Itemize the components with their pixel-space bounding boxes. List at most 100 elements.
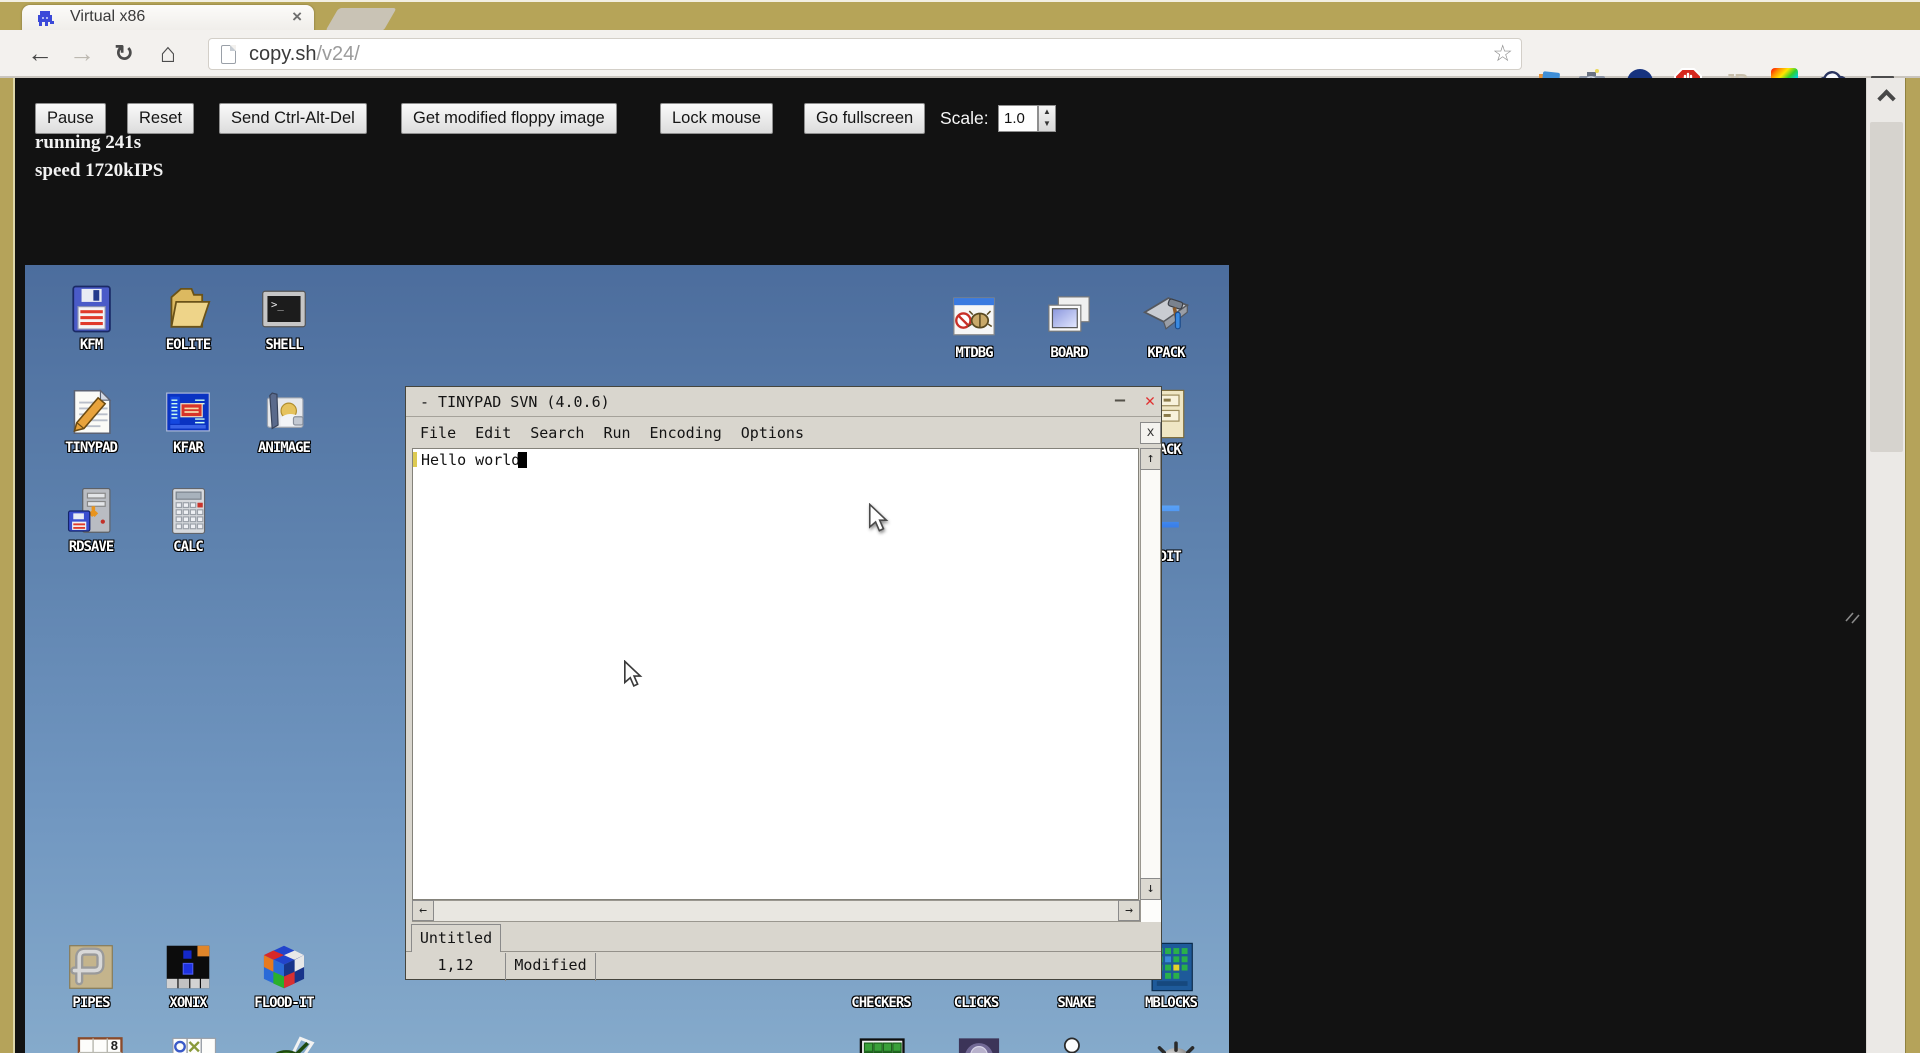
resize-handle-glyph [1844, 610, 1864, 629]
desktop-icon-mtdbg[interactable]: MTDBG [942, 291, 1006, 361]
close-icon[interactable]: ✕ [1139, 391, 1161, 413]
tinypad-tabrow: Untitled [406, 922, 1161, 952]
desktop-icon-mine[interactable] [1144, 1036, 1208, 1053]
tinypad-statusbar: 1,12 Modified [406, 953, 1161, 981]
desktop-icon-lamp[interactable] [947, 1036, 1011, 1053]
status-running: running 241s [35, 132, 142, 153]
pause-button[interactable]: Pause [35, 103, 106, 134]
icon-label: CALC [173, 539, 204, 555]
desktop-icon-kpack[interactable]: KPACK [1134, 291, 1198, 361]
desktop-icon-rdsave[interactable]: RDSAVE [59, 485, 123, 555]
minesweeper-icon [1150, 1036, 1202, 1053]
icon-label: TINYPAD [64, 440, 118, 456]
menu-run[interactable]: Run [603, 424, 630, 442]
tab-strip: Virtual x86 × [0, 0, 1920, 32]
scroll-right-button[interactable]: → [1118, 900, 1140, 921]
minimize-icon[interactable]: – [1108, 390, 1132, 414]
tank-icon [265, 1036, 317, 1053]
modified-flag: Modified [506, 953, 596, 981]
lamp-game-icon [953, 1036, 1005, 1053]
toolbar-close-button[interactable]: x [1140, 422, 1161, 444]
desktop-icon-kfar[interactable]: KFAR [156, 386, 220, 456]
scroll-left-button[interactable]: ← [412, 900, 434, 921]
pearls-icon [1053, 1036, 1105, 1053]
scale-input[interactable] [998, 105, 1038, 132]
v86-page: Pause Reset Send Ctrl-Alt-Del Get modifi… [17, 78, 1865, 1053]
vertical-scrollbar[interactable]: ↑ ↓ [1140, 448, 1161, 900]
window-frame-right [1905, 78, 1920, 1053]
chevron-up-icon [1877, 89, 1896, 108]
forward-button[interactable]: → [64, 34, 100, 72]
kolibrios-desktop[interactable]: KFM EOLITE >_ SHELL TINYPAD KFAR ANIMAGE… [25, 265, 1229, 1053]
cube-game-icon [258, 941, 310, 993]
icon-label: RDSAVE [68, 539, 115, 555]
file-manager-icon [162, 386, 214, 438]
horizontal-scrollbar[interactable]: ← → [412, 900, 1140, 922]
desktop-icon-xonix[interactable]: XONIX [156, 941, 220, 1011]
back-button[interactable]: ← [22, 34, 58, 72]
tab-close-icon[interactable]: × [292, 7, 302, 27]
spinner-up-icon[interactable]: ▲ [1039, 106, 1055, 118]
spinner-down-icon[interactable]: ▼ [1039, 118, 1055, 130]
icon-label: FLOOD-IT [254, 995, 314, 1011]
document-tab[interactable]: Untitled [411, 924, 501, 952]
ctrl-alt-del-button[interactable]: Send Ctrl-Alt-Del [219, 103, 367, 134]
scrollbar-up-button[interactable] [1867, 78, 1906, 114]
scale-spinner[interactable]: ▲ ▼ [1038, 105, 1056, 132]
tinypad-titlebar[interactable]: - TINYPAD SVN (4.0.6) – ✕ [406, 387, 1161, 417]
desktop-icon-kfm[interactable]: KFM [59, 283, 123, 353]
board-icon [1043, 291, 1095, 343]
menu-encoding[interactable]: Encoding [650, 424, 722, 442]
desktop-icon-calc[interactable]: CALC [156, 485, 220, 555]
address-bar[interactable]: copy.sh/v24/ ☆ [208, 38, 1522, 70]
get-floppy-button[interactable]: Get modified floppy image [401, 103, 617, 134]
url-path: /v24/ [316, 43, 360, 65]
fullscreen-button[interactable]: Go fullscreen [804, 103, 926, 134]
sudoku-8: 8 [111, 1038, 118, 1053]
xonix-game-icon [162, 941, 214, 993]
scroll-up-button[interactable]: ↑ [1140, 448, 1161, 470]
reload-button[interactable]: ↻ [106, 34, 142, 72]
document-text: Hello world [421, 451, 528, 469]
lock-mouse-button[interactable]: Lock mouse [660, 103, 773, 134]
scrollbar-thumb[interactable] [1870, 122, 1903, 452]
new-tab-button[interactable] [325, 8, 397, 31]
scrollbar-corner [1140, 900, 1161, 922]
notepad-pencil-icon [65, 386, 117, 438]
desktop-icon-shell[interactable]: >_ SHELL [252, 283, 316, 353]
desktop-icon-sudoku[interactable]: 8 9 7 [67, 1036, 131, 1053]
browser-tab[interactable]: Virtual x86 × [22, 5, 314, 32]
icon-label: KFM [79, 337, 103, 353]
packer-icon [1140, 291, 1192, 343]
tinypad-edit-area[interactable]: Hello world [412, 448, 1139, 900]
menu-options[interactable]: Options [741, 424, 804, 442]
bookmark-star-icon[interactable]: ☆ [1492, 40, 1513, 67]
desktop-icon-tank[interactable] [259, 1036, 323, 1053]
reset-button[interactable]: Reset [127, 103, 195, 134]
icon-label: MBLOCKS [1144, 995, 1198, 1011]
desktop-icon-pearls[interactable] [1047, 1036, 1111, 1053]
menu-search[interactable]: Search [530, 424, 584, 442]
shell-prompt-glyph: >_ [271, 298, 284, 311]
tab-title: Virtual x86 [70, 8, 146, 25]
desktop-icon-floodit[interactable]: FLOOD-IT [252, 941, 316, 1011]
scroll-down-button[interactable]: ↓ [1140, 878, 1161, 900]
menu-edit[interactable]: Edit [475, 424, 511, 442]
home-button[interactable]: ⌂ [150, 34, 186, 72]
url-text: copy.sh/v24/ [249, 39, 360, 69]
browser-toolbar: ← → ↻ ⌂ copy.sh/v24/ ☆ [0, 30, 1920, 96]
desktop-icon-eolite[interactable]: EOLITE [156, 283, 220, 353]
icon-label: XONIX [169, 995, 207, 1011]
fifteen-puzzle-icon [855, 1036, 907, 1053]
browser-scrollbar[interactable] [1866, 78, 1905, 1053]
desktop-icon-animage[interactable]: ANIMAGE [252, 386, 316, 456]
browser-window: Virtual x86 × ← → ↻ ⌂ copy.sh/v24/ ☆ Pau… [0, 0, 1920, 1053]
desktop-icon-board[interactable]: BOARD [1037, 291, 1101, 361]
url-host: copy.sh [249, 43, 317, 65]
desktop-icon-pipes[interactable]: PIPES [59, 941, 123, 1011]
desktop-icon-fifteen[interactable] [849, 1036, 913, 1053]
menu-file[interactable]: File [420, 424, 456, 442]
desktop-icon-tictactoe[interactable] [161, 1036, 225, 1053]
desktop-icon-tinypad[interactable]: TINYPAD [59, 386, 123, 456]
terminal-icon: >_ [258, 283, 310, 335]
